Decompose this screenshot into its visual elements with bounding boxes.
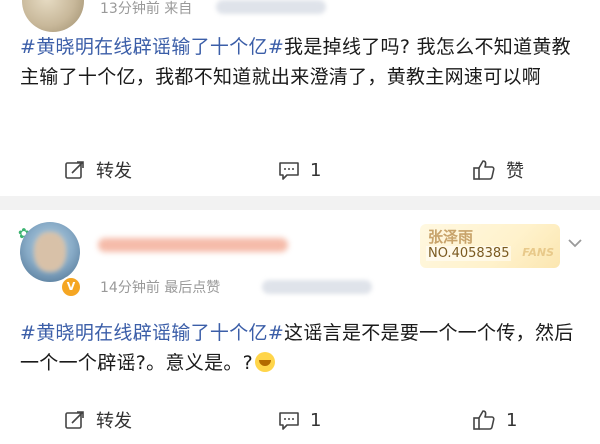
blurred-source — [262, 280, 372, 294]
comment-card-2: ✿ V 14分钟前 最后点赞 张泽雨 NO.4058385 FANS #黄晓明在… — [0, 210, 600, 444]
laughing-emoji-icon — [255, 352, 276, 372]
timestamp-text: 14分钟前 最后点赞 — [100, 280, 221, 296]
comment-button[interactable]: 1 — [278, 150, 321, 190]
verified-badge-icon: V — [60, 276, 82, 298]
chevron-down-icon[interactable] — [566, 234, 584, 252]
username-blurred[interactable] — [98, 232, 298, 256]
repost-button[interactable]: 转发 — [64, 400, 132, 440]
repost-icon — [65, 161, 84, 179]
avatar[interactable] — [22, 0, 84, 32]
like-button[interactable]: 1 — [472, 400, 517, 440]
comment-count: 1 — [310, 409, 322, 431]
comment-icon — [279, 162, 299, 180]
hashtag-link[interactable]: #黄晓明在线辟谣输了十个亿# — [20, 36, 284, 58]
like-count: 1 — [506, 409, 518, 431]
repost-button[interactable]: 转发 — [64, 150, 132, 190]
fans-badge-word: FANS — [522, 246, 554, 259]
like-button[interactable]: 赞 — [472, 150, 524, 190]
action-bar: 转发 1 赞 — [0, 150, 600, 190]
thumbs-up-icon — [473, 410, 495, 430]
action-bar: 转发 1 1 — [0, 400, 600, 440]
comment-icon — [279, 412, 299, 430]
fans-badge-name: 张泽雨 — [428, 228, 474, 246]
thumbs-up-icon — [473, 160, 495, 180]
divider — [0, 196, 600, 210]
hashtag-link[interactable]: #黄晓明在线辟谣输了十个亿# — [20, 322, 284, 344]
comment-meta: 14分钟前 最后点赞 — [100, 277, 220, 297]
blurred-source — [216, 0, 326, 14]
timestamp-text: 13分钟前 来自 — [100, 1, 193, 17]
avatar[interactable] — [20, 222, 80, 282]
repost-label: 转发 — [96, 161, 132, 182]
comment-text: #黄晓明在线辟谣输了十个亿#这谣言是不是要一个一个传，然后一个一个辟谣?。意义是… — [20, 318, 580, 378]
fans-badge-number: NO.4058385 — [426, 246, 512, 261]
comment-meta: 13分钟前 来自 — [100, 0, 192, 18]
comment-count: 1 — [310, 159, 322, 181]
comment-card-1: 13分钟前 来自 #黄晓明在线辟谣输了十个亿#我是掉线了吗? 我怎么不知道黄教主… — [0, 0, 600, 196]
repost-label: 转发 — [96, 411, 132, 432]
like-label: 赞 — [506, 161, 524, 182]
comment-text: #黄晓明在线辟谣输了十个亿#我是掉线了吗? 我怎么不知道黄教主输了十个亿，我都不… — [20, 32, 580, 92]
repost-icon — [65, 411, 84, 429]
fans-badge[interactable]: 张泽雨 NO.4058385 FANS — [420, 224, 560, 268]
comment-button[interactable]: 1 — [278, 400, 321, 440]
